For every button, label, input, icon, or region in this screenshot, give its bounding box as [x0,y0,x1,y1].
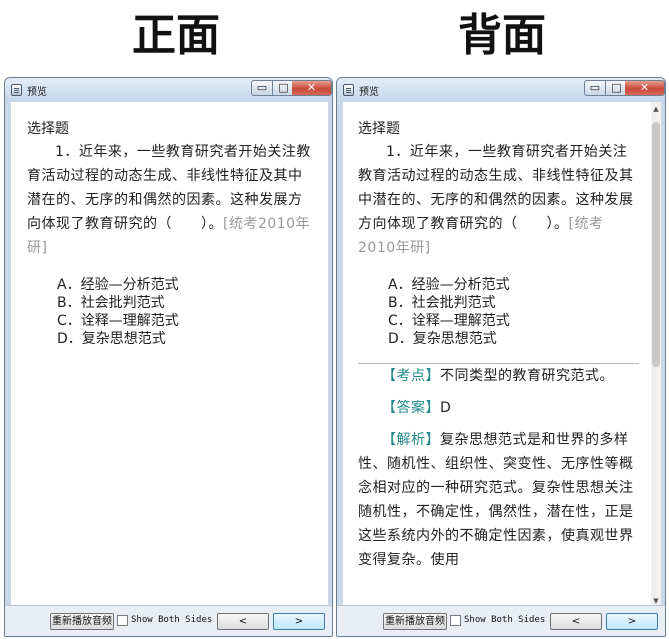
front-preview-window: 预览 ▭ □ ✕ 选择题 1．近年来，一些教育研究者开始关注教育活动过程的动态生… [4,77,333,637]
minimize-icon: ▭ [256,81,268,94]
option-b: B．社会批判范式 [57,295,165,311]
close-icon: ✕ [306,81,317,94]
window-title: 预览 [359,87,379,98]
answer-text: D [440,400,452,416]
app-icon [343,84,354,96]
chevron-right-icon: > [294,616,304,627]
answer-tag: 【答案】 [382,400,440,416]
front-label: 正面 [132,10,220,61]
option-d: D．复杂思想范式 [57,331,166,347]
next-button[interactable]: > [606,613,658,630]
question-text: 1．近年来，一些教育研究者开始关注教育活动过程的动态生成、非线性特征及其中潜在的… [27,140,314,260]
bottom-toolbar: 重新播放音频 Show Both Sides < > [337,605,665,636]
answer-line: 【答案】D [358,396,639,420]
show-both-sides-checkbox[interactable] [117,615,128,626]
next-button[interactable]: > [273,613,325,630]
kaodian-text: 不同类型的教育研究范式。 [440,368,614,384]
question-heading: 选择题 [358,121,400,137]
question-heading: 选择题 [27,121,69,137]
previous-button[interactable]: < [217,613,269,630]
scroll-thumb[interactable] [652,122,660,367]
replay-audio-button[interactable]: 重新播放音频 [383,613,447,630]
show-both-sides-checkbox[interactable] [450,615,461,626]
kaodian-tag: 【考点】 [382,368,440,384]
title-bar[interactable]: 预览 ▭ □ ✕ [337,78,665,102]
minimize-icon: ▭ [589,81,601,94]
app-icon [11,84,22,96]
window-title: 预览 [27,87,47,98]
kaodian-line: 【考点】不同类型的教育研究范式。 [358,364,639,388]
previous-button[interactable]: < [550,613,602,630]
show-both-sides-label: Show Both Sides [131,615,213,625]
option-a: A．经验—分析范式 [388,277,510,293]
scroll-up-icon[interactable]: ▲ [651,104,661,114]
replay-audio-button[interactable]: 重新播放音频 [50,613,114,630]
chevron-left-icon: < [571,616,581,627]
option-d: D．复杂思想范式 [388,331,497,347]
option-c: C．诠释—理解范式 [388,313,510,329]
maximize-icon: □ [278,81,289,94]
close-button[interactable]: ✕ [625,80,665,96]
title-bar[interactable]: 预览 ▭ □ ✕ [5,78,332,102]
maximize-icon: □ [611,81,622,94]
question-text: 1．近年来，一些教育研究者开始关注教育活动过程的动态生成、非线性特征及其中潜在的… [358,140,639,260]
minimize-button[interactable]: ▭ [251,80,273,96]
option-a: A．经验—分析范式 [57,277,179,293]
option-b: B．社会批判范式 [388,295,496,311]
close-button[interactable]: ✕ [292,80,332,96]
vertical-scrollbar[interactable]: ▲ ▼ [651,102,661,608]
close-icon: ✕ [639,81,650,94]
option-c: C．诠释—理解范式 [57,313,179,329]
analysis-body: 复杂思想范式是和世界的多样性、随机性、组织性、突变性、无序性等概念相对应的一种研… [358,432,634,568]
minimize-button[interactable]: ▭ [584,80,606,96]
analysis-tag: 【解析】 [382,432,440,448]
back-preview-window: 预览 ▭ □ ✕ 选择题 1．近年来，一些教育研究者开始关注教育活动过程的动态生… [336,77,666,637]
chevron-left-icon: < [238,616,248,627]
back-label: 背面 [458,10,546,61]
analysis-text: 【解析】复杂思想范式是和世界的多样性、随机性、组织性、突变性、无序性等概念相对应… [358,428,639,572]
chevron-right-icon: > [627,616,637,627]
card-content: 选择题 1．近年来，一些教育研究者开始关注教育活动过程的动态生成、非线性特征及其… [11,102,328,608]
show-both-sides-label: Show Both Sides [464,615,546,625]
bottom-toolbar: 重新播放音频 Show Both Sides < > [5,605,332,636]
card-content: 选择题 1．近年来，一些教育研究者开始关注教育活动过程的动态生成、非线性特征及其… [343,102,661,608]
